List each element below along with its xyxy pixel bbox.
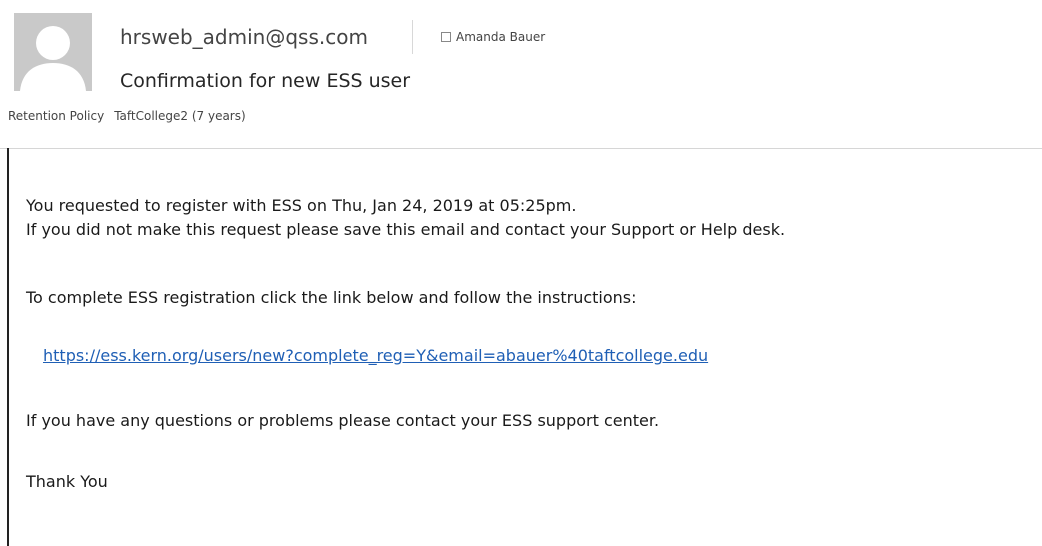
person-silhouette-icon xyxy=(14,13,92,91)
email-subject: Confirmation for new ESS user xyxy=(120,70,411,92)
email-reading-pane: hrsweb_admin@qss.com Amanda Bauer Confir… xyxy=(0,0,1042,546)
checkbox-icon xyxy=(441,32,451,42)
body-line-questions: If you have any questions or problems pl… xyxy=(26,411,660,430)
sender-avatar[interactable] xyxy=(14,13,92,91)
recipient-name: Amanda Bauer xyxy=(456,30,546,44)
registration-link[interactable]: https://ess.kern.org/users/new?complete_… xyxy=(43,344,708,368)
retention-policy: Retention Policy TaftCollege2 (7 years) xyxy=(8,107,246,125)
body-line-not-requested: If you did not make this request please … xyxy=(26,220,786,239)
sender-email[interactable]: hrsweb_admin@qss.com xyxy=(120,22,368,52)
body-signoff: Thank You xyxy=(26,472,108,491)
recipient[interactable]: Amanda Bauer xyxy=(441,28,545,46)
retention-value: TaftCollege2 (7 years) xyxy=(114,109,246,123)
body-line-instructions: To complete ESS registration click the l… xyxy=(26,288,637,307)
retention-label: Retention Policy xyxy=(8,109,105,123)
email-header: hrsweb_admin@qss.com Amanda Bauer Confir… xyxy=(0,0,1042,149)
body-line-request: You requested to register with ESS on Th… xyxy=(26,196,577,215)
header-divider xyxy=(412,20,413,54)
